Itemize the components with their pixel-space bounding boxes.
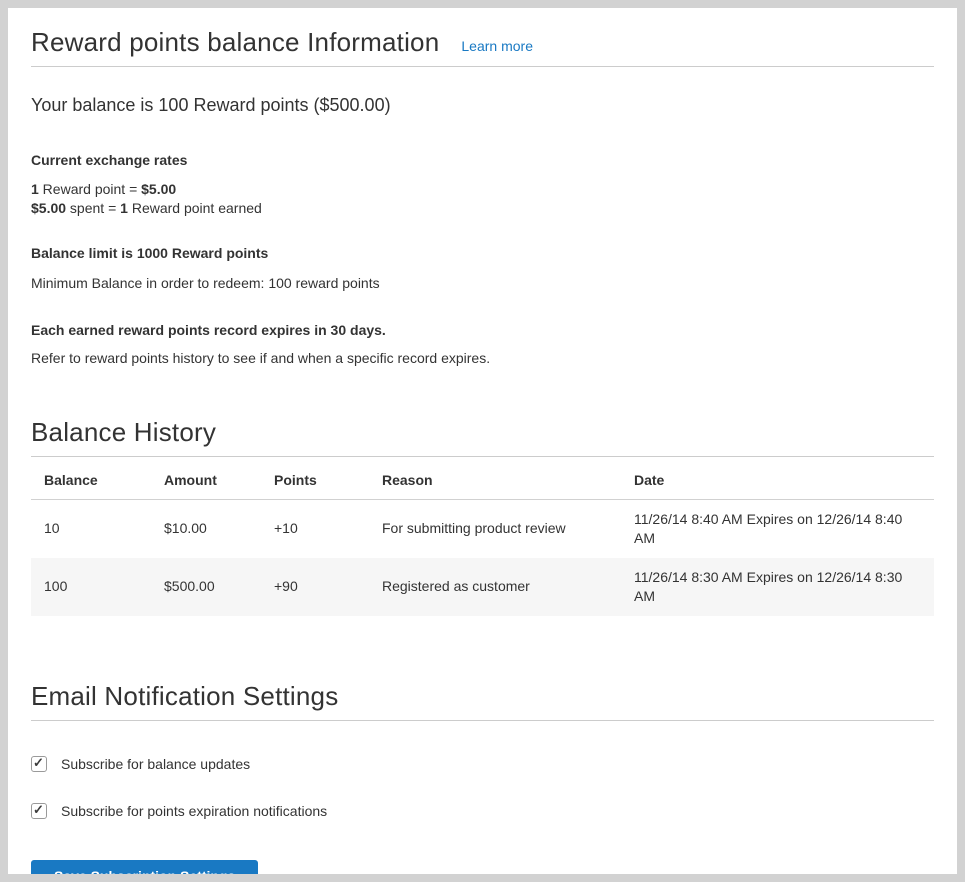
cell-balance: 100 [31,558,151,616]
expiration-line: Each earned reward points record expires… [31,321,934,340]
expiration-note-line: Refer to reward points history to see if… [31,349,934,368]
cell-points: +90 [261,558,369,616]
cell-amount: $500.00 [151,558,261,616]
balance-history-heading: Balance History [31,418,934,457]
save-subscription-settings-button[interactable]: Save Subscription Settings [31,860,258,874]
cell-amount: $10.00 [151,499,261,558]
column-header-amount: Amount [151,457,261,500]
column-header-date: Date [621,457,934,500]
table-row: 100 $500.00 +90 Registered as customer 1… [31,558,934,616]
exchange-rates-heading: Current exchange rates [31,151,934,170]
rate-points-value: 1 [120,200,128,216]
rate-money-value: $5.00 [31,200,66,216]
rate-text: spent = [66,200,120,216]
rate-text: Reward point earned [128,200,262,216]
exchange-rate-line: $5.00 spent = 1 Reward point earned [31,199,934,218]
cell-date: 11/26/14 8:30 AM Expires on 12/26/14 8:3… [621,558,934,616]
cell-date: 11/26/14 8:40 AM Expires on 12/26/14 8:4… [621,499,934,558]
points-expiration-option: Subscribe for points expiration notifica… [31,802,934,821]
table-row: 10 $10.00 +10 For submitting product rev… [31,499,934,558]
balance-summary: Your balance is 100 Reward points ($500.… [31,93,934,117]
balance-updates-option: Subscribe for balance updates [31,755,934,774]
column-header-balance: Balance [31,457,151,500]
cell-reason: For submitting product review [369,499,621,558]
balance-history-table: Balance Amount Points Reason Date 10 $10… [31,457,934,616]
page-header: Reward points balance Information Learn … [31,8,934,67]
email-notification-heading: Email Notification Settings [31,682,934,721]
rate-points-value: 1 [31,181,39,197]
rate-text: Reward point = [39,181,141,197]
reward-points-panel: Reward points balance Information Learn … [8,8,957,874]
cell-balance: 10 [31,499,151,558]
balance-updates-label[interactable]: Subscribe for balance updates [61,755,250,774]
column-header-reason: Reason [369,457,621,500]
balance-limit-line: Balance limit is 1000 Reward points [31,244,934,263]
rate-money-value: $5.00 [141,181,176,197]
points-expiration-label[interactable]: Subscribe for points expiration notifica… [61,802,327,821]
minimum-balance-line: Minimum Balance in order to redeem: 100 … [31,274,934,293]
points-expiration-checkbox[interactable] [31,803,47,819]
cell-reason: Registered as customer [369,558,621,616]
cell-points: +10 [261,499,369,558]
learn-more-link[interactable]: Learn more [461,38,533,54]
exchange-rate-line: 1 Reward point = $5.00 [31,180,934,199]
page-title: Reward points balance Information [31,28,439,57]
column-header-points: Points [261,457,369,500]
table-header-row: Balance Amount Points Reason Date [31,457,934,500]
balance-updates-checkbox[interactable] [31,756,47,772]
exchange-rates: 1 Reward point = $5.00 $5.00 spent = 1 R… [31,180,934,218]
